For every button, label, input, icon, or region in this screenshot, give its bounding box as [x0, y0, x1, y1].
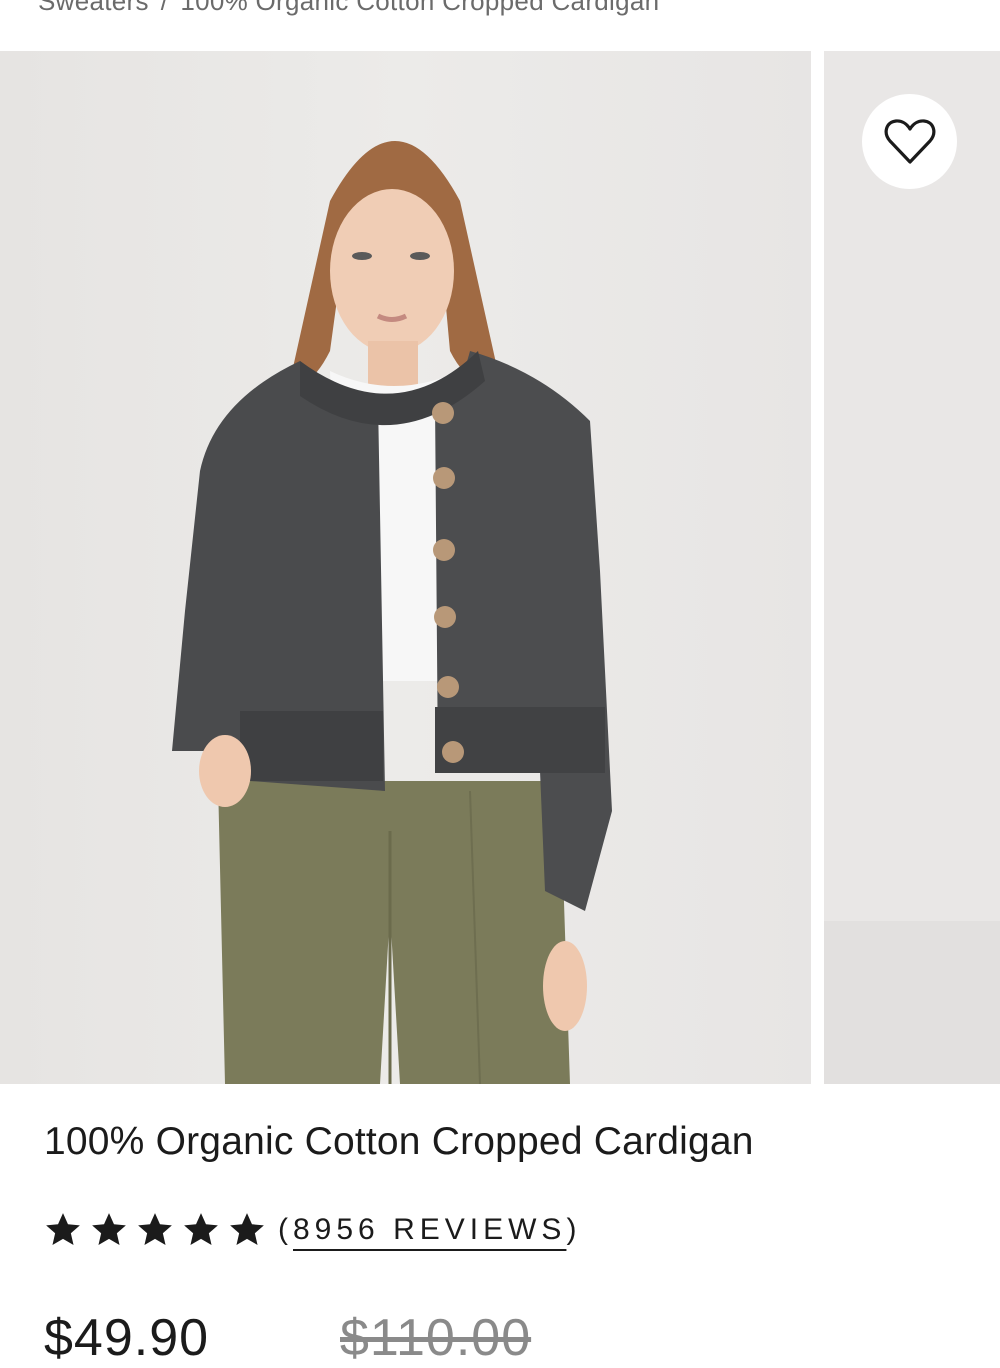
- rating-stars: [40, 1207, 270, 1253]
- product-rating: (8956 REVIEWS): [40, 1206, 581, 1254]
- product-image-main[interactable]: [0, 51, 811, 1084]
- product-title: 100% Organic Cotton Cropped Cardigan: [44, 1120, 754, 1163]
- reviews-count: 8956 REVIEWS: [293, 1213, 567, 1246]
- breadcrumb-current: 100% Organic Cotton Cropped Cardigan: [180, 0, 660, 16]
- price-row: $49.90 $110.00: [44, 1308, 530, 1368]
- star-icon: [92, 1213, 126, 1245]
- reviews-link[interactable]: (8956 REVIEWS): [278, 1213, 581, 1247]
- star-icon: [230, 1213, 264, 1245]
- star-icon: [46, 1213, 80, 1245]
- add-to-wishlist-button[interactable]: [862, 94, 957, 189]
- product-gallery[interactable]: [0, 51, 1000, 1084]
- reviews-close-paren: ): [566, 1213, 582, 1246]
- breadcrumb: Sweaters / 100% Organic Cotton Cropped Car…: [38, 0, 659, 17]
- product-image-next[interactable]: [824, 51, 1000, 1084]
- breadcrumb-separator: /: [160, 0, 169, 16]
- original-price: $110.00: [340, 1309, 532, 1367]
- heart-outline-icon: [884, 118, 935, 164]
- sale-price: $49.90: [44, 1309, 210, 1367]
- star-icon: [184, 1213, 218, 1245]
- reviews-open-paren: (: [278, 1213, 293, 1246]
- next-image-backdrop: [824, 51, 1000, 1084]
- breadcrumb-parent-link[interactable]: Sweaters: [38, 0, 149, 16]
- model-illustration: [0, 51, 811, 1084]
- star-icon: [138, 1213, 172, 1245]
